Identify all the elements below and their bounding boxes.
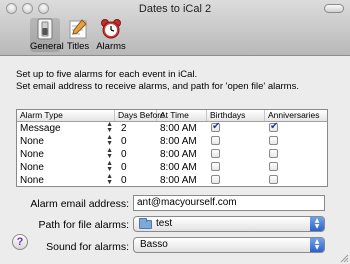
tab-general[interactable]: General [30, 18, 64, 52]
table-row: None ▲ ▼ 0 8:00 AM [17, 161, 327, 174]
alarms-table: Alarm Type Days Before At Time Birthdays… [16, 109, 328, 187]
anniversaries-checkbox[interactable] [269, 148, 278, 158]
switch-icon [37, 18, 53, 40]
alarm-type-cell[interactable]: Message ▲ ▼ [17, 122, 115, 135]
tab-titles-label: Titles [66, 41, 90, 52]
alarm-type-value: Message [20, 123, 61, 134]
popup-arrows-icon: ▲ ▼ [310, 217, 324, 231]
title-bar: Dates to iCal 2 [0, 0, 350, 17]
alarm-clock-icon [101, 19, 121, 39]
anniversaries-cell [265, 161, 327, 174]
anniversaries-checkbox[interactable] [269, 122, 278, 133]
folder-icon [139, 218, 152, 229]
birthdays-cell [207, 122, 265, 135]
birthdays-checkbox[interactable] [211, 148, 220, 158]
column-header-alarm-type[interactable]: Alarm Type [17, 110, 115, 121]
birthdays-checkbox[interactable] [211, 135, 220, 145]
days-before-cell[interactable]: 0 [115, 174, 157, 187]
alarm-type-value: None [20, 149, 44, 160]
alarm-type-cell[interactable]: None ▲ ▼ [17, 135, 115, 148]
birthdays-checkbox[interactable] [211, 174, 220, 184]
birthdays-cell [207, 174, 265, 187]
email-label: Alarm email address: [30, 198, 129, 210]
column-header-at-time[interactable]: At Time [157, 110, 207, 121]
help-button[interactable]: ? [12, 234, 28, 250]
email-field[interactable]: ant@macyourself.com [133, 195, 325, 211]
tab-alarms[interactable]: Alarms [94, 18, 128, 52]
birthdays-cell [207, 161, 265, 174]
table-row: None ▲ ▼ 0 8:00 AM [17, 174, 327, 187]
anniversaries-checkbox[interactable] [269, 135, 278, 145]
toolbar-toggle-button[interactable] [324, 4, 344, 13]
days-before-cell[interactable]: 2 [115, 122, 157, 135]
alarm-type-value: None [20, 136, 44, 147]
table-row: None ▲ ▼ 0 8:00 AM [17, 148, 327, 161]
anniversaries-checkbox[interactable] [269, 174, 278, 184]
at-time-cell[interactable]: 8:00 AM [157, 135, 207, 148]
stepper-icon[interactable]: ▲ ▼ [106, 135, 113, 147]
anniversaries-cell [265, 148, 327, 161]
at-time-cell[interactable]: 8:00 AM [157, 122, 207, 135]
stepper-icon[interactable]: ▲ ▼ [106, 148, 113, 160]
alarm-type-cell[interactable]: None ▲ ▼ [17, 174, 115, 187]
anniversaries-checkbox[interactable] [269, 161, 278, 171]
stepper-icon[interactable]: ▲ ▼ [106, 174, 113, 186]
days-before-cell[interactable]: 0 [115, 161, 157, 174]
birthdays-cell [207, 148, 265, 161]
alarm-type-value: None [20, 175, 44, 186]
at-time-cell[interactable]: 8:00 AM [157, 174, 207, 187]
table-header: Alarm Type Days Before At Time Birthdays… [17, 110, 327, 122]
stepper-icon[interactable]: ▲ ▼ [106, 122, 113, 134]
path-popup[interactable]: test ▲ ▼ [133, 216, 325, 232]
tab-titles[interactable]: Titles [63, 18, 93, 52]
description-line-2: Set email address to receive alarms, and… [16, 81, 299, 92]
anniversaries-cell [265, 174, 327, 187]
window-title: Dates to iCal 2 [138, 3, 212, 15]
days-before-cell[interactable]: 0 [115, 148, 157, 161]
resize-grip-icon[interactable] [339, 253, 349, 263]
pencil-icon [69, 19, 87, 39]
days-before-cell[interactable]: 0 [115, 135, 157, 148]
path-label: Path for file alarms: [38, 219, 129, 231]
alarm-type-cell[interactable]: None ▲ ▼ [17, 161, 115, 174]
anniversaries-cell [265, 122, 327, 135]
preferences-window: Dates to iCal 2 General Titles Alarms Se… [0, 0, 350, 264]
at-time-cell[interactable]: 8:00 AM [157, 161, 207, 174]
sound-popup[interactable]: Basso ▲ ▼ [133, 237, 325, 253]
table-row: None ▲ ▼ 0 8:00 AM [17, 135, 327, 148]
tab-general-label: General [30, 41, 64, 52]
toolbar: Dates to iCal 2 General Titles Alarms [0, 0, 350, 56]
at-time-cell[interactable]: 8:00 AM [157, 148, 207, 161]
table-row: Message ▲ ▼ 2 8:00 AM [17, 122, 327, 135]
path-value: test [156, 218, 173, 229]
tab-alarms-label: Alarms [96, 41, 126, 52]
popup-arrows-icon: ▲ ▼ [310, 238, 324, 252]
description-line-1: Set up to five alarms for each event in … [16, 69, 198, 80]
description: Set up to five alarms for each event in … [16, 69, 346, 93]
sound-value: Basso [140, 239, 168, 250]
birthdays-checkbox[interactable] [211, 122, 220, 133]
column-header-anniversaries[interactable]: Anniversaries [265, 110, 327, 121]
anniversaries-cell [265, 135, 327, 148]
stepper-icon[interactable]: ▲ ▼ [106, 161, 113, 173]
birthdays-checkbox[interactable] [211, 161, 220, 171]
column-header-days-before[interactable]: Days Before [115, 110, 165, 121]
alarm-type-cell[interactable]: None ▲ ▼ [17, 148, 115, 161]
birthdays-cell [207, 135, 265, 148]
column-header-birthdays[interactable]: Birthdays [207, 110, 265, 121]
alarm-type-value: None [20, 162, 44, 173]
